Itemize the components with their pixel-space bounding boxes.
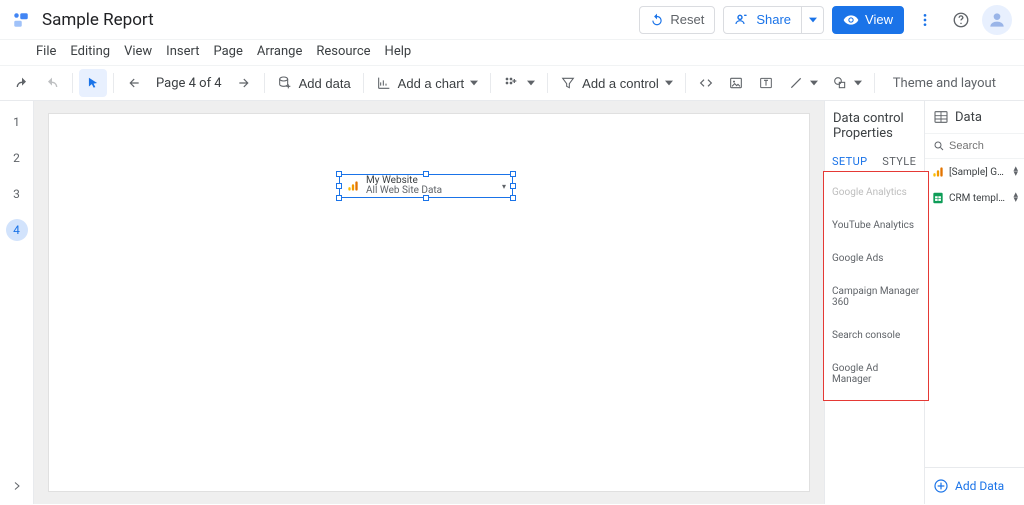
chevron-down-icon [470,79,478,87]
share-icon [734,12,750,28]
redo-icon [44,75,60,91]
page-thumb-1[interactable]: 1 [6,111,28,133]
looker-studio-logo [12,11,30,29]
add-chart-button[interactable]: Add a chart [370,69,485,97]
data-source-sample-ga[interactable]: [Sample] Google A… ▴▾ [925,159,1024,185]
url-embed-button[interactable] [692,69,720,97]
image-icon [728,75,744,91]
chevron-down-icon [810,79,818,87]
undo-button[interactable] [8,69,36,97]
analytics-icon [931,165,945,179]
search-icon [933,140,945,152]
redo-button[interactable] [38,69,66,97]
code-icon [698,75,714,91]
chevron-down-icon [665,79,673,87]
more-options-button[interactable] [910,5,940,35]
line-button[interactable] [782,69,824,97]
account-icon [987,10,1007,30]
shape-icon [832,75,848,91]
connector-dropdown: Google Analytics YouTube Analytics Googl… [823,171,929,401]
page-navigator: 1 2 3 4 [0,101,34,504]
connector-google-analytics[interactable]: Google Analytics [824,176,928,209]
data-control-subtitle: All Web Site Data [366,186,442,196]
sheets-icon [931,191,945,205]
connector-ad-manager[interactable]: Google Ad Manager [824,352,928,396]
report-canvas[interactable]: My Website All Web Site Data ▾ [48,113,810,492]
undo-icon [650,13,664,27]
shape-button[interactable] [826,69,868,97]
account-button[interactable] [982,5,1012,35]
document-title[interactable]: Sample Report [42,10,154,30]
menu-editing[interactable]: Editing [70,44,110,59]
properties-panel: Data controlProperties SETUP STYLE Googl… [824,101,924,504]
cursor-icon [86,76,100,90]
menubar: File Editing View Insert Page Arrange Re… [0,40,1024,65]
data-search-input[interactable] [949,140,1009,152]
table-icon [933,109,949,125]
menu-page[interactable]: Page [213,44,242,59]
page-thumb-4[interactable]: 4 [6,219,28,241]
page-prev[interactable] [120,69,148,97]
arrow-right-icon [237,76,251,90]
page-thumb-2[interactable]: 2 [6,147,28,169]
page-indicator[interactable]: Page 4 of 4 [150,69,228,97]
text-icon [758,75,774,91]
chart-icon [376,75,392,91]
line-icon [788,75,804,91]
data-source-crm[interactable]: CRM template - D… ▴▾ [925,185,1024,211]
data-search[interactable] [925,134,1024,159]
add-data-link[interactable]: Add Data [925,467,1024,504]
sort-icon: ▴▾ [1013,193,1018,203]
menu-view[interactable]: View [124,44,152,59]
chevron-down-icon [809,16,817,24]
chevron-down-icon [527,79,535,87]
filter-icon [560,75,576,91]
database-add-icon [277,75,293,91]
connector-search-console[interactable]: Search console [824,319,928,352]
help-button[interactable] [946,5,976,35]
more-vert-icon [917,12,933,28]
connector-youtube-analytics[interactable]: YouTube Analytics [824,209,928,242]
data-panel-header: Data [925,101,1024,134]
eye-icon [843,12,859,28]
help-icon [952,11,970,29]
text-button[interactable] [752,69,780,97]
add-circle-icon [933,478,949,494]
connector-campaign-manager[interactable]: Campaign Manager 360 [824,275,928,319]
menu-insert[interactable]: Insert [166,44,199,59]
menu-file[interactable]: File [36,44,56,59]
share-button[interactable]: Share [723,6,802,34]
share-dropdown[interactable] [802,6,824,34]
expand-pages-button[interactable] [11,480,23,492]
properties-title: Data controlProperties [825,101,924,147]
view-button[interactable]: View [832,6,904,34]
connector-google-ads[interactable]: Google Ads [824,242,928,275]
page-next[interactable] [230,69,258,97]
chevron-down-icon: ▾ [502,182,506,191]
menu-resource[interactable]: Resource [316,44,370,59]
analytics-icon [346,179,360,193]
undo-icon [14,75,30,91]
community-viz-button[interactable] [497,69,541,97]
menu-arrange[interactable]: Arrange [257,44,302,59]
chevron-right-icon [11,480,23,492]
add-control-button[interactable]: Add a control [554,69,679,97]
apps-icon [503,75,519,91]
arrow-left-icon [127,76,141,90]
image-button[interactable] [722,69,750,97]
menu-help[interactable]: Help [385,44,412,59]
data-panel: Data [Sample] Google A… ▴▾ CRM template … [924,101,1024,504]
theme-layout-button[interactable]: Theme and layout [893,76,996,91]
page-thumb-3[interactable]: 3 [6,183,28,205]
chevron-down-icon [854,79,862,87]
data-control-widget[interactable]: My Website All Web Site Data ▾ [339,174,513,198]
select-tool[interactable] [79,69,107,97]
reset-button[interactable]: Reset [639,6,715,34]
sort-icon: ▴▾ [1013,167,1018,177]
add-data-button[interactable]: Add data [271,69,357,97]
